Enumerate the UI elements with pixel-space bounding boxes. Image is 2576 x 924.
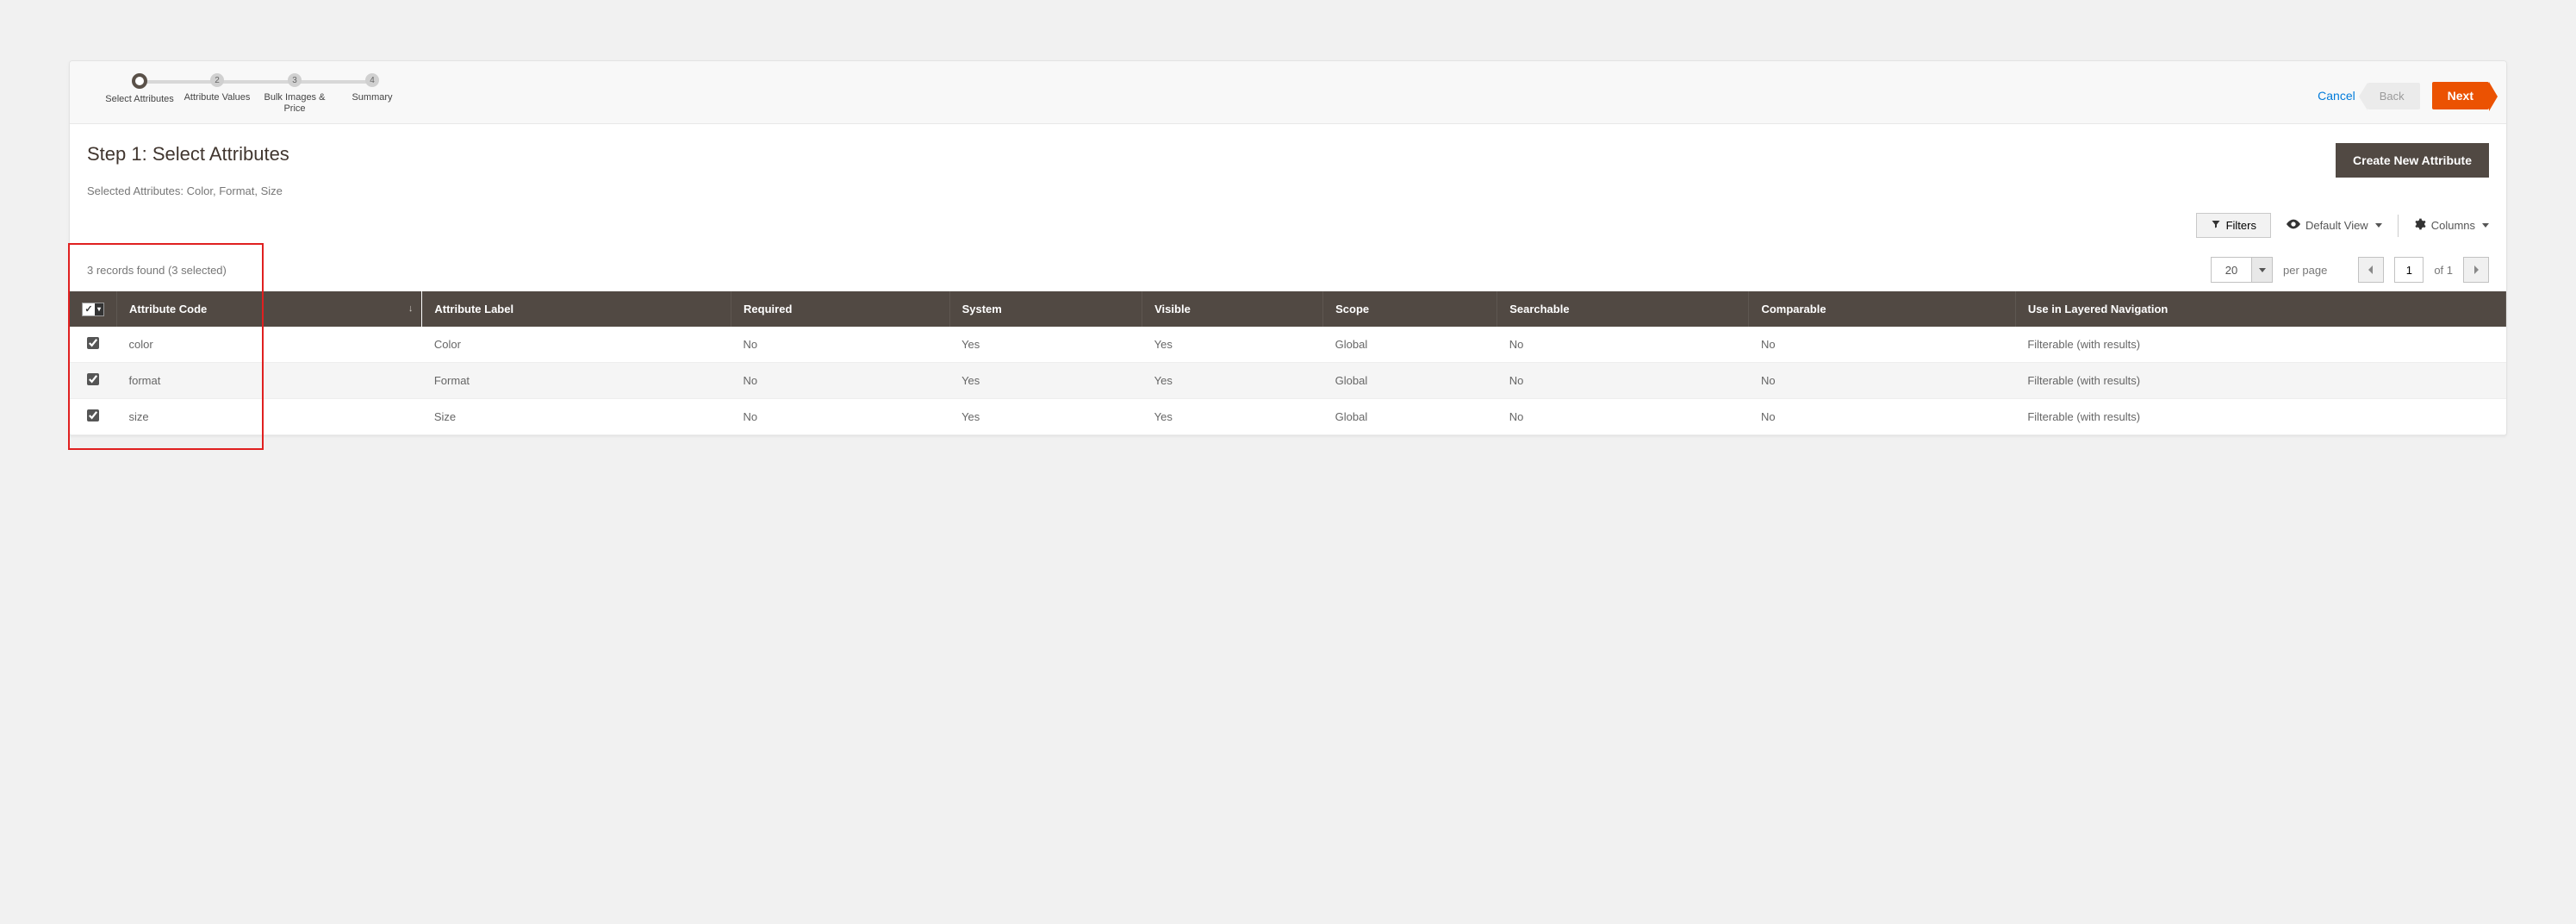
cell-attribute-label: Color [422, 327, 731, 363]
cell-comparable: No [1749, 362, 2015, 398]
header-layered-nav[interactable]: Use in Layered Navigation [2015, 291, 2505, 327]
row-checkbox[interactable] [87, 337, 99, 349]
selected-attributes-text: Selected Attributes: Color, Format, Size [70, 183, 2506, 201]
next-page-button[interactable] [2463, 257, 2489, 283]
step-4-label: Summary [352, 92, 392, 103]
cell-searchable: No [1497, 362, 1749, 398]
cell-visible: Yes [1142, 398, 1323, 434]
cell-layered-nav: Filterable (with results) [2015, 362, 2505, 398]
toolbar-separator [2398, 215, 2399, 237]
current-page-input[interactable] [2394, 257, 2424, 283]
cell-attribute-code: color [117, 327, 422, 363]
chevron-down-icon [2482, 223, 2489, 228]
header-attribute-code[interactable]: Attribute Code ↓ [117, 291, 422, 327]
header-visible[interactable]: Visible [1142, 291, 1323, 327]
cell-searchable: No [1497, 398, 1749, 434]
cell-attribute-label: Format [422, 362, 731, 398]
cell-comparable: No [1749, 398, 2015, 434]
step-4[interactable]: 4 Summary [333, 73, 411, 103]
header-system[interactable]: System [949, 291, 1142, 327]
filters-button[interactable]: Filters [2196, 213, 2271, 238]
cell-comparable: No [1749, 327, 2015, 363]
cell-searchable: No [1497, 327, 1749, 363]
grid-toolbar: Filters Default View Columns [70, 201, 2506, 245]
step-2-dot: 2 [210, 73, 224, 87]
header-required[interactable]: Required [731, 291, 950, 327]
chevron-right-icon [2473, 265, 2480, 274]
title-row: Step 1: Select Attributes Create New Att… [70, 124, 2506, 183]
cell-scope: Global [1323, 327, 1497, 363]
cell-attribute-label: Size [422, 398, 731, 434]
chevron-down-icon [2259, 268, 2266, 272]
create-new-attribute-button[interactable]: Create New Attribute [2336, 143, 2489, 178]
step-4-dot: 4 [365, 73, 379, 87]
chevron-left-icon [2368, 265, 2374, 274]
chevron-down-icon: ▾ [95, 303, 103, 315]
cell-required: No [731, 362, 950, 398]
default-view-dropdown[interactable]: Default View [2287, 219, 2382, 232]
step-1-dot [132, 73, 147, 89]
filters-label: Filters [2226, 219, 2256, 232]
step-1-label: Select Attributes [105, 94, 174, 105]
chevron-down-icon [2375, 223, 2382, 228]
wizard-topbar: Select Attributes 2 Attribute Values 3 B… [70, 61, 2506, 124]
cell-attribute-code: format [117, 362, 422, 398]
page-size-dropdown-button[interactable] [2251, 258, 2272, 282]
cell-scope: Global [1323, 362, 1497, 398]
cell-required: No [731, 398, 950, 434]
records-row: 3 records found (3 selected) per page of… [70, 245, 2506, 291]
header-searchable[interactable]: Searchable [1497, 291, 1749, 327]
page-size-selector[interactable] [2211, 257, 2273, 283]
per-page-label: per page [2283, 264, 2327, 277]
table-row[interactable]: formatFormatNoYesYesGlobalNoNoFilterable… [70, 362, 2506, 398]
records-found-text: 3 records found (3 selected) [87, 264, 227, 277]
cell-system: Yes [949, 398, 1142, 434]
cell-system: Yes [949, 327, 1142, 363]
page-size-input[interactable] [2212, 258, 2251, 282]
sort-descending-icon: ↓ [408, 303, 414, 314]
step-2[interactable]: 2 Attribute Values [178, 73, 256, 103]
page-of-label: of 1 [2434, 264, 2453, 277]
cell-visible: Yes [1142, 327, 1323, 363]
grid-header-row: ✓ ▾ Attribute Code ↓ Attribute Label Req… [70, 291, 2506, 327]
wizard-panel: Select Attributes 2 Attribute Values 3 B… [69, 60, 2507, 436]
row-checkbox[interactable] [87, 409, 99, 421]
header-scope[interactable]: Scope [1323, 291, 1497, 327]
select-all-checkbox[interactable]: ✓ ▾ [82, 303, 104, 316]
columns-dropdown[interactable]: Columns [2414, 218, 2489, 233]
cell-system: Yes [949, 362, 1142, 398]
funnel-icon [2211, 219, 2221, 232]
header-comparable[interactable]: Comparable [1749, 291, 2015, 327]
step-3-dot: 3 [288, 73, 302, 87]
step-title: Step 1: Select Attributes [87, 143, 289, 165]
header-select-all[interactable]: ✓ ▾ [70, 291, 117, 327]
cell-scope: Global [1323, 398, 1497, 434]
header-attribute-label[interactable]: Attribute Label [422, 291, 731, 327]
eye-icon [2287, 219, 2300, 232]
cell-layered-nav: Filterable (with results) [2015, 398, 2505, 434]
step-1[interactable]: Select Attributes [101, 73, 178, 105]
columns-label: Columns [2431, 219, 2475, 232]
cell-required: No [731, 327, 950, 363]
gear-icon [2414, 218, 2426, 233]
table-row[interactable]: colorColorNoYesYesGlobalNoNoFilterable (… [70, 327, 2506, 363]
step-3-label: Bulk Images & Price [260, 92, 329, 115]
cell-layered-nav: Filterable (with results) [2015, 327, 2505, 363]
back-button[interactable]: Back [2368, 83, 2420, 109]
prev-page-button[interactable] [2358, 257, 2384, 283]
wizard-steps: Select Attributes 2 Attribute Values 3 B… [101, 73, 411, 115]
check-icon: ✓ [83, 303, 95, 315]
wizard-actions: Cancel Back Next [2318, 82, 2489, 109]
cell-attribute-code: size [117, 398, 422, 434]
row-checkbox[interactable] [87, 373, 99, 385]
cancel-link[interactable]: Cancel [2318, 89, 2355, 103]
default-view-label: Default View [2305, 219, 2368, 232]
next-button[interactable]: Next [2432, 82, 2489, 109]
table-row[interactable]: sizeSizeNoYesYesGlobalNoNoFilterable (wi… [70, 398, 2506, 434]
header-attribute-code-label: Attribute Code [129, 303, 207, 315]
pagination: per page of 1 [2211, 257, 2489, 283]
attributes-grid: ✓ ▾ Attribute Code ↓ Attribute Label Req… [70, 291, 2506, 435]
step-2-label: Attribute Values [184, 92, 251, 103]
cell-visible: Yes [1142, 362, 1323, 398]
